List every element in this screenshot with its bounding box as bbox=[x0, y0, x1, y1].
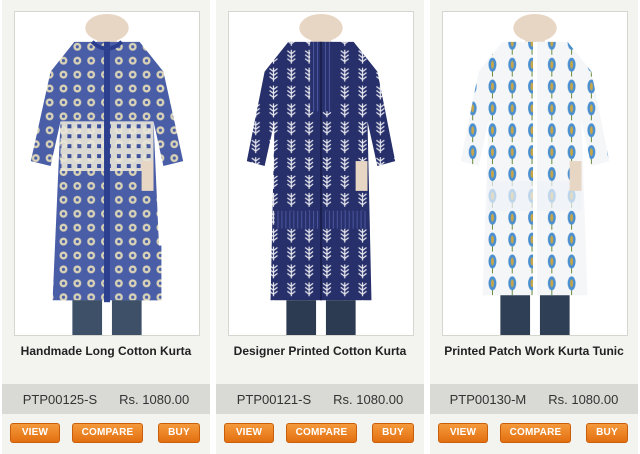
product-image[interactable] bbox=[228, 11, 414, 336]
product-card: Handmade Long Cotton Kurta PTP00125-S Rs… bbox=[2, 0, 210, 454]
product-title[interactable]: Printed Patch Work Kurta Tunic bbox=[434, 344, 634, 378]
compare-button[interactable]: COMPARE bbox=[72, 423, 143, 443]
product-image[interactable] bbox=[442, 11, 628, 336]
price-bar: PTP00125-S Rs. 1080.00 bbox=[2, 384, 210, 414]
product-sku: PTP00121-S bbox=[236, 391, 312, 407]
buy-button[interactable]: BUY bbox=[372, 423, 414, 443]
product-sku: PTP00130-M bbox=[449, 391, 527, 407]
action-buttons: VIEW COMPARE BUY bbox=[430, 423, 638, 445]
product-price: Rs. 1080.00 bbox=[548, 391, 619, 407]
product-card: Designer Printed Cotton Kurta PTP00121-S… bbox=[216, 0, 424, 454]
product-price: Rs. 1080.00 bbox=[119, 391, 190, 407]
product-image[interactable] bbox=[14, 11, 200, 336]
view-button[interactable]: VIEW bbox=[224, 423, 274, 443]
view-button[interactable]: VIEW bbox=[438, 423, 488, 443]
buy-button[interactable]: BUY bbox=[586, 423, 628, 443]
compare-button[interactable]: COMPARE bbox=[286, 423, 357, 443]
product-card: Printed Patch Work Kurta Tunic PTP00130-… bbox=[430, 0, 638, 454]
view-button[interactable]: VIEW bbox=[10, 423, 60, 443]
product-title[interactable]: Designer Printed Cotton Kurta bbox=[220, 344, 420, 378]
price-bar: PTP00130-M Rs. 1080.00 bbox=[430, 384, 638, 414]
action-buttons: VIEW COMPARE BUY bbox=[2, 423, 210, 445]
price-bar: PTP00121-S Rs. 1080.00 bbox=[216, 384, 424, 414]
action-buttons: VIEW COMPARE BUY bbox=[216, 423, 424, 445]
product-sku: PTP00125-S bbox=[22, 391, 98, 407]
product-price: Rs. 1080.00 bbox=[333, 391, 404, 407]
compare-button[interactable]: COMPARE bbox=[500, 423, 571, 443]
product-title[interactable]: Handmade Long Cotton Kurta bbox=[6, 344, 206, 378]
buy-button[interactable]: BUY bbox=[158, 423, 200, 443]
